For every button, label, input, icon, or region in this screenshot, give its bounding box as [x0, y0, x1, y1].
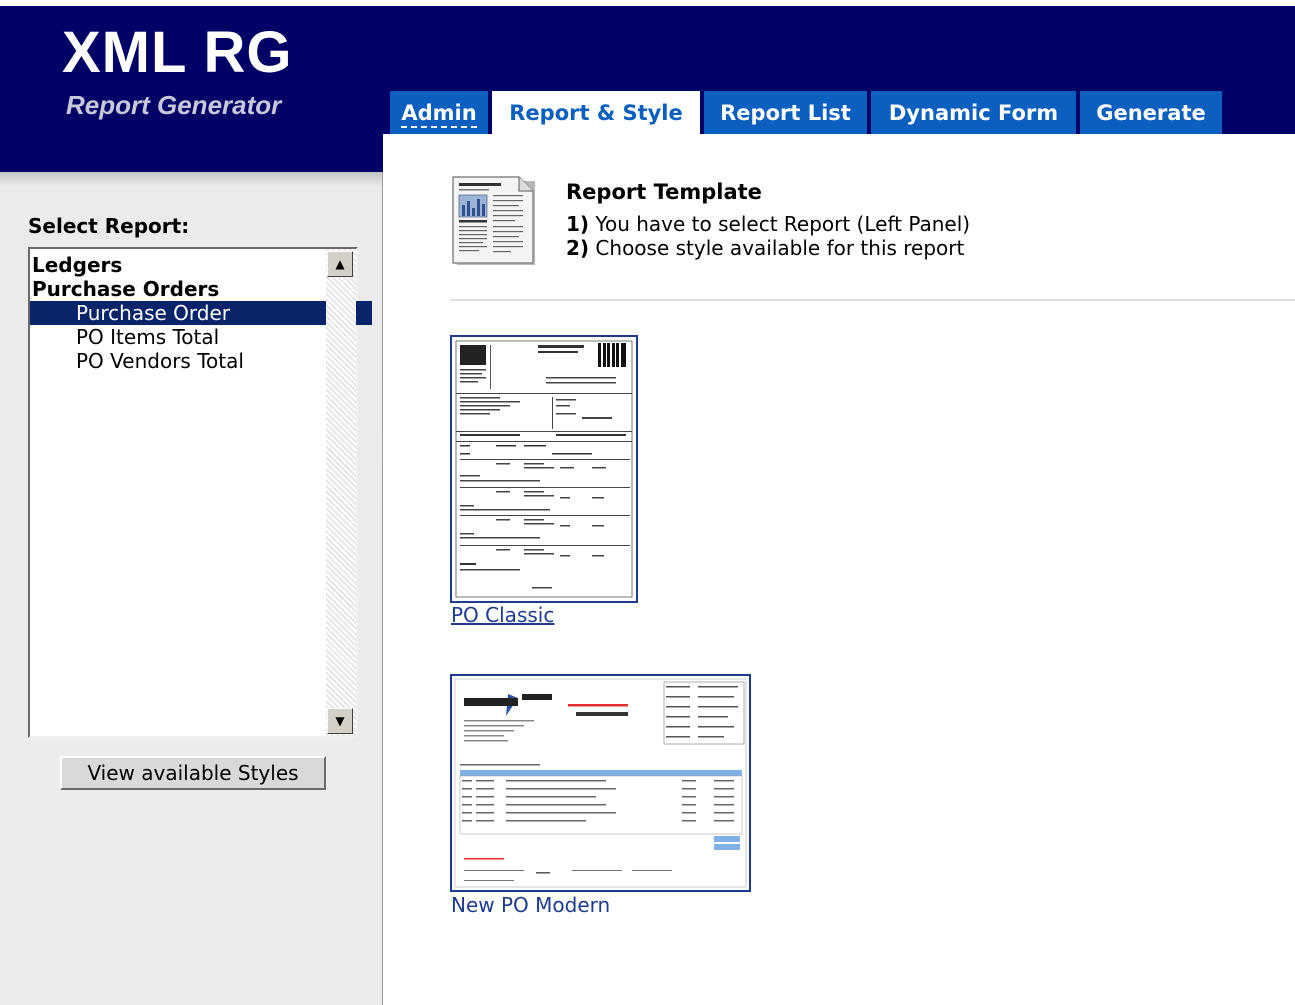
tab-report-style[interactable]: Report & Style: [492, 91, 700, 134]
logo-title: XML RG: [62, 20, 293, 85]
list-item-purchase-orders[interactable]: Purchase Orders: [30, 277, 328, 301]
tab-admin-label: Admin: [401, 101, 477, 128]
tab-report-list-label: Report List: [720, 101, 851, 125]
tab-dynamic-form-label: Dynamic Form: [888, 101, 1059, 125]
po-classic-thumbnail[interactable]: [450, 335, 638, 603]
step-2-text: Choose style available for this report: [595, 236, 965, 260]
scroll-down-button[interactable]: ▼: [327, 708, 353, 734]
tab-admin[interactable]: Admin: [390, 91, 488, 134]
new-po-modern-link[interactable]: New PO Modern: [451, 893, 610, 917]
select-report-label: Select Report:: [28, 214, 190, 238]
tab-generate-label: Generate: [1096, 101, 1206, 125]
report-document-icon: [451, 175, 537, 271]
step-1-text: You have to select Report (Left Panel): [595, 212, 971, 236]
instruction-step-1: 1) You have to select Report (Left Panel…: [566, 212, 970, 236]
tab-generate[interactable]: Generate: [1080, 91, 1222, 134]
triangle-up-icon: ▲: [335, 257, 345, 271]
tab-report-style-label: Report & Style: [509, 101, 683, 125]
list-scrollbar[interactable]: ▲ ▼: [326, 249, 356, 736]
triangle-down-icon: ▼: [335, 714, 345, 728]
po-classic-link[interactable]: PO Classic: [451, 603, 554, 627]
scroll-up-button[interactable]: ▲: [327, 251, 353, 277]
list-item-purchase-order[interactable]: Purchase Order: [30, 301, 372, 325]
step-1-number: 1): [566, 212, 590, 236]
left-header-extension: [0, 134, 383, 172]
logo-subtitle: Report Generator: [66, 90, 282, 120]
content-divider: [450, 299, 1295, 301]
list-item-po-vendors-total[interactable]: PO Vendors Total: [30, 349, 372, 373]
new-po-modern-thumbnail[interactable]: [450, 674, 751, 892]
report-listbox[interactable]: Ledgers Purchase Orders Purchase Order P…: [28, 247, 372, 738]
tab-dynamic-form[interactable]: Dynamic Form: [871, 91, 1076, 134]
list-item-po-items-total[interactable]: PO Items Total: [30, 325, 372, 349]
list-item-ledgers[interactable]: Ledgers: [30, 253, 328, 277]
view-styles-button[interactable]: View available Styles: [60, 756, 326, 790]
tab-report-list[interactable]: Report List: [704, 91, 867, 134]
instruction-step-2: 2) Choose style available for this repor…: [566, 236, 964, 260]
step-2-number: 2): [566, 236, 590, 260]
report-template-title: Report Template: [566, 180, 762, 204]
